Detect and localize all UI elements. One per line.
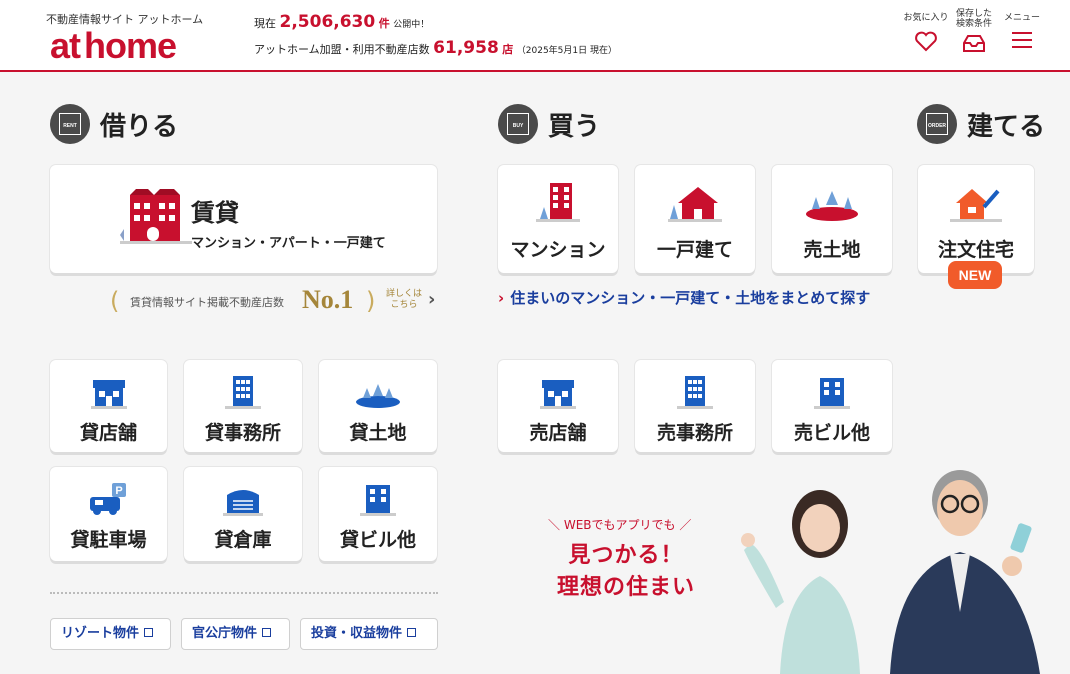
stores-count: 61,958 bbox=[433, 38, 499, 58]
tile-buy-store[interactable]: 売店舗 bbox=[498, 360, 618, 452]
land-icon bbox=[356, 384, 400, 408]
tile-rent-parking[interactable]: P 貸駐車場 bbox=[50, 467, 167, 561]
rent-section-title: 借りる bbox=[100, 112, 179, 142]
land-icon bbox=[806, 191, 858, 221]
divider bbox=[50, 592, 438, 594]
laurel-right-icon: ) bbox=[366, 287, 376, 315]
link-government[interactable]: 官公庁物件 bbox=[181, 618, 290, 650]
tile-buy-land[interactable]: 売土地 bbox=[772, 165, 892, 273]
tile-buy-building[interactable]: 売ビル他 bbox=[772, 360, 892, 452]
parking-icon: P bbox=[89, 483, 126, 515]
stores-count-line: アットホーム加盟・利用不動産店数 61,958 店 （2025年5月1日 現在） bbox=[254, 38, 617, 58]
office-building-icon bbox=[225, 376, 261, 409]
tile-buy-office[interactable]: 売事務所 bbox=[635, 360, 755, 452]
tile-rent-building[interactable]: 貸ビル他 bbox=[319, 467, 437, 561]
link-investment[interactable]: 投資・収益物件 bbox=[300, 618, 438, 650]
promo-tagline: ＼ WEBでもアプリでも ／ bbox=[548, 518, 692, 532]
listing-count: 2,506,630 bbox=[279, 12, 376, 32]
buy-section-title: 買う bbox=[548, 112, 601, 142]
chevron-right-icon: › bbox=[428, 289, 436, 310]
house-icon bbox=[668, 187, 722, 222]
woman-photo bbox=[741, 490, 860, 674]
tile-buy-condo[interactable]: マンション bbox=[498, 165, 618, 273]
tile-rent-warehouse[interactable]: 貸倉庫 bbox=[184, 467, 302, 561]
buy-section-icon: BUY bbox=[498, 104, 538, 144]
athome-logo[interactable]: at home bbox=[50, 24, 177, 68]
build-section-icon: ORDER bbox=[917, 104, 957, 144]
tile-rent-office[interactable]: 貸事務所 bbox=[184, 360, 302, 452]
site-header: 不動産情報サイト アットホーム at home 現在 2,506,630 件 公開… bbox=[0, 0, 1070, 72]
warehouse-icon bbox=[223, 490, 263, 516]
condo-icon bbox=[536, 183, 580, 222]
svg-text:P: P bbox=[115, 485, 122, 497]
external-link-icon bbox=[407, 628, 417, 637]
tile-rent-land[interactable]: 貸土地 bbox=[319, 360, 437, 452]
hamburger-icon bbox=[1012, 32, 1032, 48]
tile-rent-store[interactable]: 貸店舗 bbox=[50, 360, 167, 452]
external-link-icon bbox=[262, 628, 272, 637]
custom-home-icon bbox=[950, 189, 1002, 222]
rent-main-card[interactable]: 賃貸 マンション・アパート・一戸建て bbox=[50, 165, 437, 273]
external-link-icon bbox=[144, 628, 154, 637]
menu-button[interactable]: メニュー bbox=[997, 13, 1047, 49]
no1-badge[interactable]: ( 賃貸情報サイト掲載不動産店数 No.1 ) 詳しくは こちら › bbox=[110, 285, 440, 317]
favorites-button[interactable]: お気に入り bbox=[901, 13, 951, 52]
new-badge: NEW bbox=[948, 261, 1002, 289]
rent-section-icon: RENT bbox=[50, 104, 90, 144]
saved-search-button[interactable]: 保存した 検索条件 bbox=[949, 9, 999, 54]
tile-build-custom-home[interactable]: 注文住宅 bbox=[918, 165, 1034, 273]
building-icon bbox=[814, 378, 850, 409]
laurel-left-icon: ( bbox=[110, 287, 120, 315]
buy-all-link[interactable]: › 住まいのマンション・一戸建て・土地をまとめて探す bbox=[498, 287, 870, 308]
store-icon bbox=[90, 380, 127, 409]
promo-headline[interactable]: 見つかる！ 理想の住まい bbox=[546, 540, 706, 604]
building-icon bbox=[360, 485, 396, 516]
heart-icon bbox=[915, 31, 937, 52]
build-section-title: 建てる bbox=[967, 112, 1046, 142]
apartment-icon bbox=[120, 189, 192, 244]
listing-count-line: 現在 2,506,630 件 公開中！ bbox=[254, 12, 430, 32]
inbox-icon bbox=[963, 35, 985, 52]
man-photo bbox=[890, 470, 1040, 674]
office-building-icon bbox=[677, 376, 713, 409]
tile-buy-house[interactable]: 一戸建て bbox=[635, 165, 755, 273]
chevron-right-icon: › bbox=[498, 289, 505, 307]
store-icon bbox=[540, 380, 576, 409]
link-resort[interactable]: リゾート物件 bbox=[50, 618, 171, 650]
